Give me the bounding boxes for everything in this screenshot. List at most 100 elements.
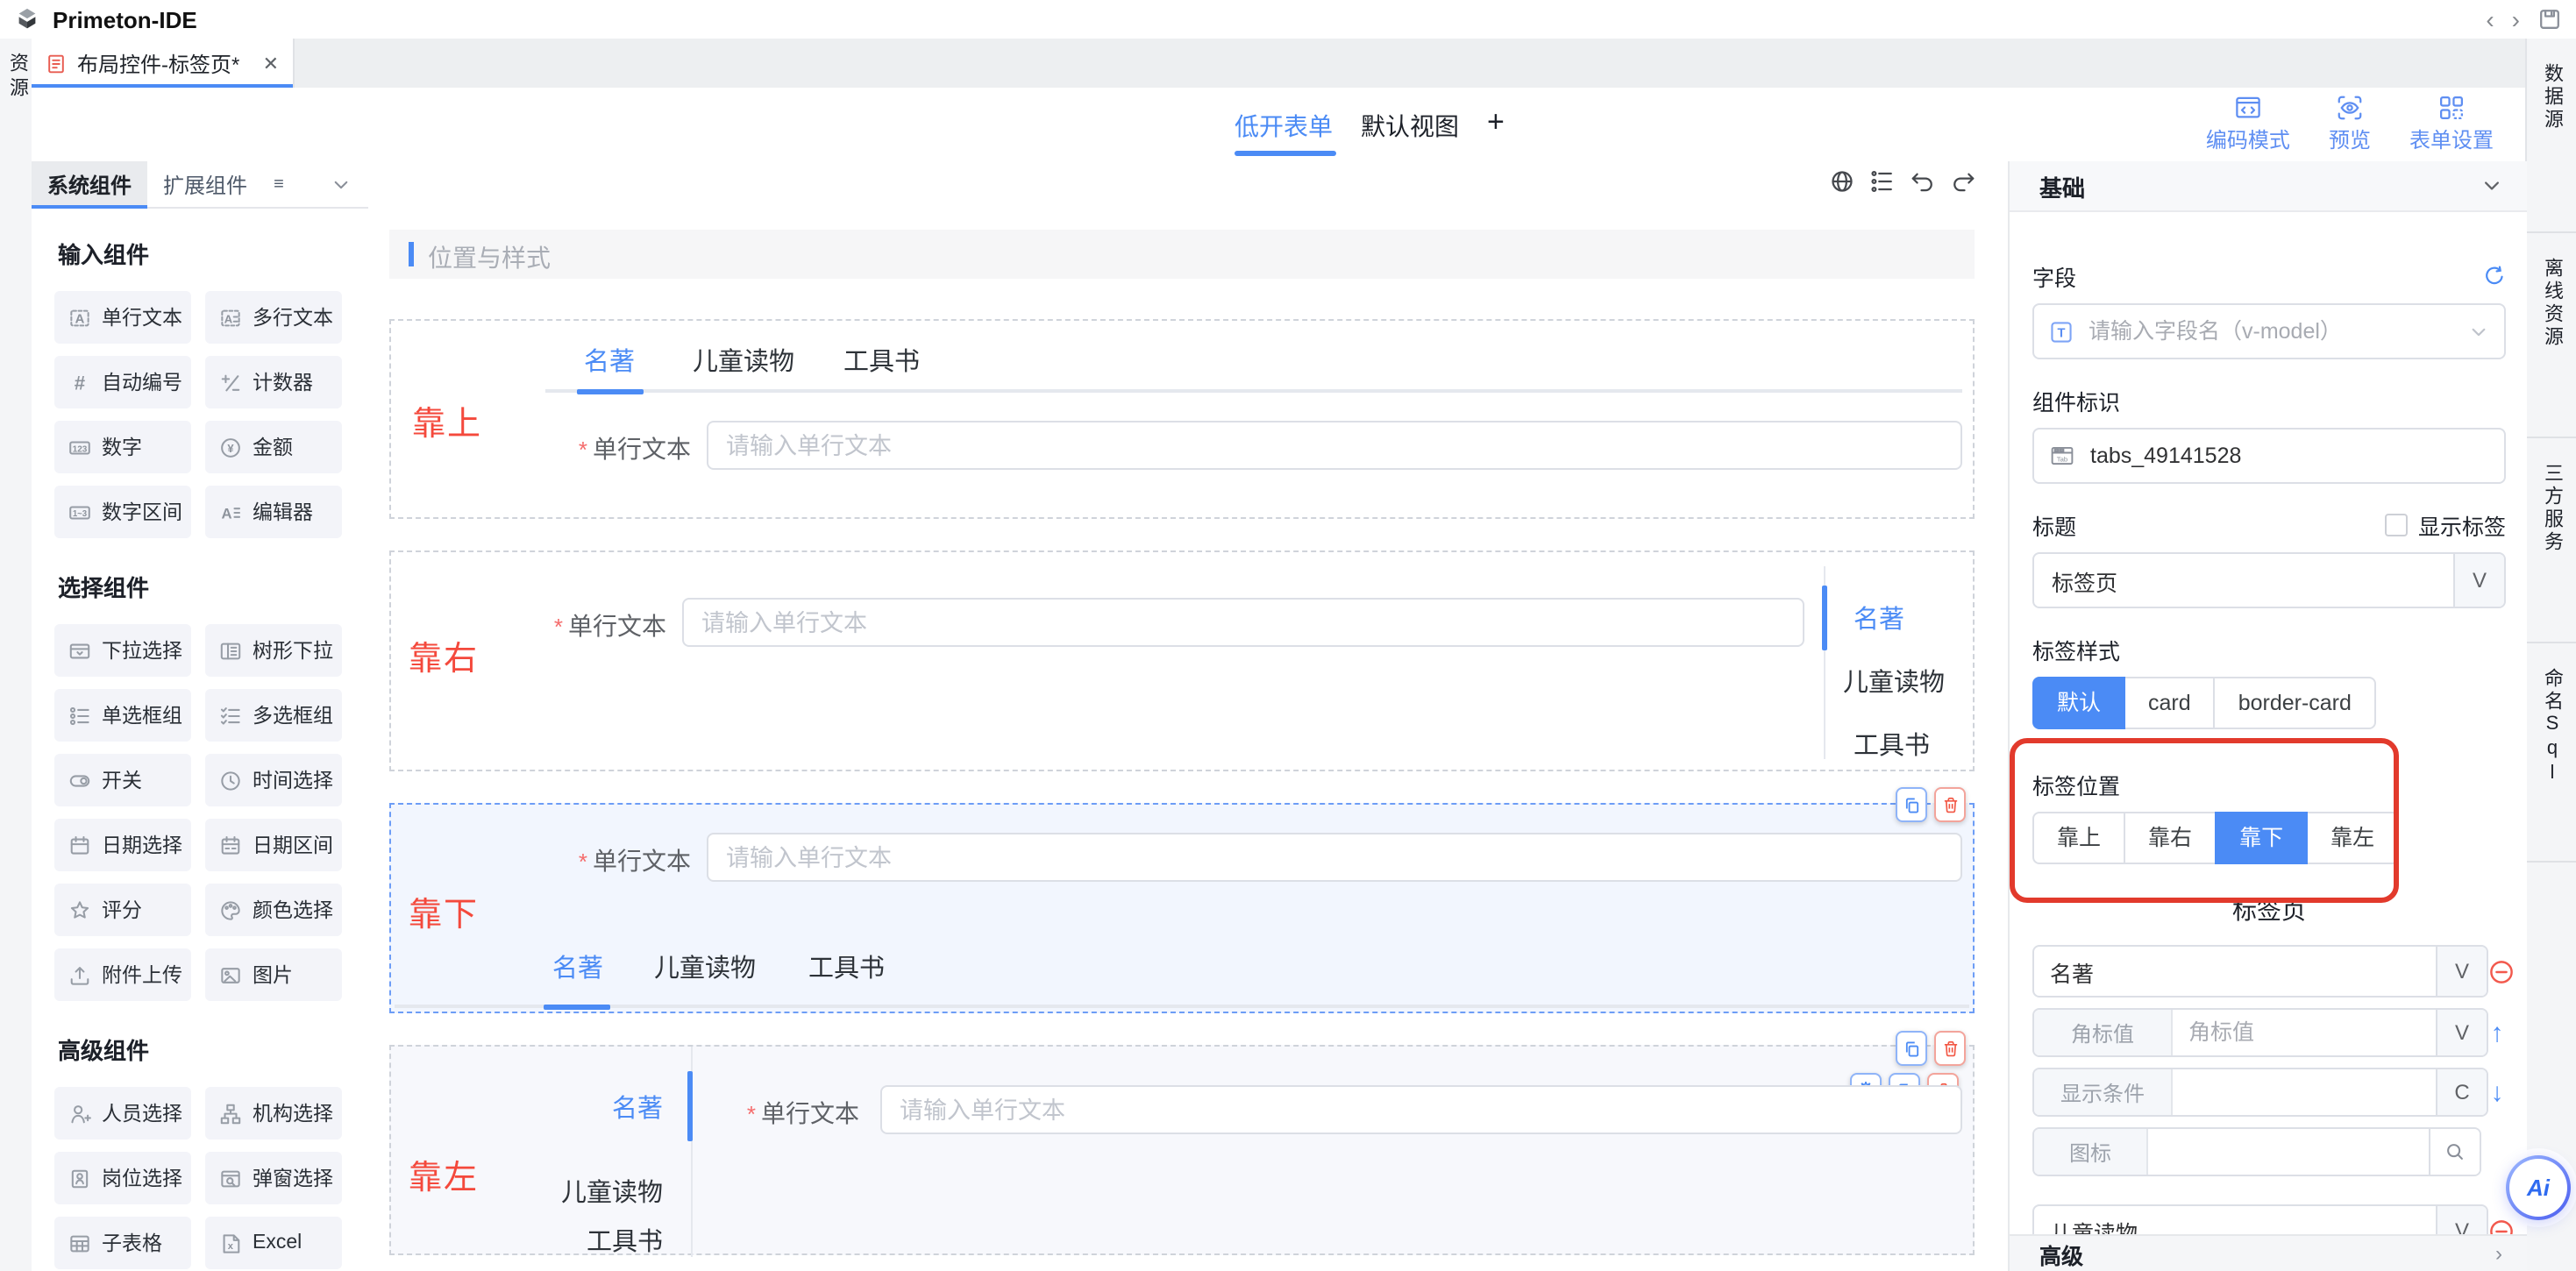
style-card-button[interactable]: card [2124, 677, 2216, 729]
demo-tabs-right[interactable]: 靠右 *单行文本 名著 儿童读物 工具书 [389, 550, 1975, 771]
component-item[interactable]: xExcel [205, 1217, 342, 1269]
component-item[interactable]: 颜色选择 [205, 884, 342, 936]
single-line-text-input[interactable] [707, 421, 1962, 470]
delete-button[interactable] [1934, 1031, 1966, 1066]
component-item[interactable]: 单选框组 [54, 689, 191, 742]
rail-resources[interactable]: 资源 [0, 53, 32, 102]
rail-data-source[interactable]: 数据源 [2527, 39, 2576, 233]
component-menu-icon[interactable]: ≡ [274, 174, 284, 194]
show-label-checkbox[interactable] [2385, 514, 2408, 536]
redo-icon[interactable] [1950, 168, 1976, 195]
title-input[interactable]: V [2032, 552, 2506, 608]
component-item[interactable]: 机构选择 [205, 1087, 342, 1140]
rail-named-sql[interactable]: 命名Sql [2527, 643, 2576, 863]
component-item[interactable]: A编辑器 [205, 486, 342, 538]
code-mode-button[interactable]: 编码模式 [2206, 93, 2290, 154]
remove-tab-icon[interactable] [2488, 958, 2515, 984]
v-suffix-button[interactable]: V [2436, 1010, 2487, 1055]
nav-back-icon[interactable]: ‹ [2486, 0, 2494, 39]
component-item[interactable]: 下拉选择 [54, 624, 191, 677]
position-top-button[interactable]: 靠上 [2032, 812, 2125, 864]
refresh-icon[interactable] [2483, 265, 2506, 288]
tab-lowcode-form[interactable]: 低开表单 [1235, 109, 1333, 144]
move-up-icon[interactable]: ↑ [2488, 1019, 2506, 1046]
tab-reference-books[interactable]: 工具书 [558, 1222, 663, 1259]
single-line-text-input[interactable] [707, 833, 1962, 882]
single-line-text-input[interactable] [682, 598, 1804, 647]
form-canvas[interactable]: 位置与样式 靠上 名著 儿童读物 工具书 *单行文本 靠右 *单行文本 名著 儿… [368, 161, 2008, 1271]
style-border-card-button[interactable]: border-card [2214, 677, 2376, 729]
delete-button[interactable] [1934, 787, 1966, 822]
tab-children-books[interactable]: 儿童读物 [654, 948, 756, 985]
search-icon-button[interactable] [2429, 1129, 2480, 1175]
ai-assistant-button[interactable]: Ai [2506, 1155, 2571, 1220]
component-item[interactable]: 人员选择 [54, 1087, 191, 1140]
component-item[interactable]: 时间选择 [205, 754, 342, 806]
position-bottom-button[interactable]: 靠下 [2215, 812, 2308, 864]
field-name-input[interactable]: T [2032, 303, 2506, 359]
component-item[interactable]: 弹窗选择 [205, 1152, 342, 1204]
globe-icon[interactable] [1829, 168, 1855, 195]
close-icon[interactable]: ✕ [263, 52, 279, 75]
component-item[interactable]: 子表格 [54, 1217, 191, 1269]
component-item[interactable]: 树形下拉 [205, 624, 342, 677]
component-item[interactable]: 图片 [205, 948, 342, 1001]
tab-default-view[interactable]: 默认视图 [1361, 109, 1459, 144]
tab-mingzhu[interactable]: 名著 [584, 342, 635, 379]
copy-button[interactable] [1896, 787, 1927, 822]
component-item[interactable]: 1~3数字区间 [54, 486, 191, 538]
single-line-text-input[interactable] [880, 1085, 1962, 1134]
copy-button[interactable] [1896, 1031, 1927, 1066]
component-item[interactable]: 日期区间 [205, 819, 342, 871]
rail-third-party-services[interactable]: 三方服务 [2527, 438, 2576, 643]
tab-reference-books[interactable]: 工具书 [1854, 726, 1930, 763]
condition-input[interactable] [2173, 1069, 2436, 1115]
tab-mingzhu[interactable]: 名著 [558, 1089, 663, 1125]
tab-children-books[interactable]: 儿童读物 [1843, 663, 1945, 699]
undo-icon[interactable] [1910, 168, 1936, 195]
component-item[interactable]: A单行文本 [54, 291, 191, 344]
component-id-input[interactable]: Tab [2032, 428, 2506, 484]
tab-extended-components[interactable]: 扩展组件 [147, 161, 263, 207]
save-icon[interactable] [2537, 7, 2562, 32]
component-item[interactable]: 日期选择 [54, 819, 191, 871]
add-view-button[interactable]: + [1487, 105, 1505, 140]
badge-value-input[interactable] [2173, 1010, 2436, 1055]
v-suffix-button[interactable]: V [2436, 947, 2487, 996]
code-suffix-button[interactable]: C [2436, 1069, 2487, 1115]
component-item[interactable]: 开关 [54, 754, 191, 806]
component-item[interactable]: 岗位选择 [54, 1152, 191, 1204]
tab-mingzhu[interactable]: 名著 [1854, 600, 1904, 636]
demo-tabs-bottom-selected[interactable]: *单行文本 靠下 名著 儿童读物 工具书 [389, 803, 1975, 1013]
preview-button[interactable]: 预览 [2329, 93, 2371, 154]
component-item[interactable]: 计数器 [205, 356, 342, 408]
position-left-button[interactable]: 靠左 [2306, 812, 2399, 864]
component-item[interactable]: A多行文本 [205, 291, 342, 344]
tab-reference-books[interactable]: 工具书 [843, 342, 920, 379]
demo-tabs-left[interactable]: ⚙ 名著 儿童读物 工具书 靠左 *单行文本 [389, 1045, 1975, 1255]
sidebar-collapse-icon[interactable] [331, 175, 351, 195]
tab-children-books[interactable]: 儿童读物 [693, 342, 794, 379]
component-item[interactable]: ¥金额 [205, 421, 342, 473]
rail-offline-resources[interactable]: 离线资源 [2527, 233, 2576, 438]
tab-children-books[interactable]: 儿童读物 [554, 1173, 663, 1210]
v-suffix-button[interactable]: V [2453, 554, 2504, 607]
nav-forward-icon[interactable]: › [2512, 0, 2520, 39]
file-tab-layout-tabs[interactable]: 布局控件-标签页* ✕ [32, 39, 295, 88]
icon-input[interactable] [2148, 1129, 2429, 1175]
outline-tree-icon[interactable] [1869, 168, 1896, 195]
tab-system-components[interactable]: 系统组件 [32, 161, 147, 207]
panel-section-basic[interactable]: 基础 [2010, 161, 2527, 212]
component-item[interactable]: #自动编号 [54, 356, 191, 408]
demo-tabs-top[interactable]: 靠上 名著 儿童读物 工具书 *单行文本 [389, 319, 1975, 519]
tab-mingzhu[interactable]: 名著 [552, 948, 603, 985]
component-item[interactable]: 123数字 [54, 421, 191, 473]
tab-reference-books[interactable]: 工具书 [808, 948, 885, 985]
component-item[interactable]: 附件上传 [54, 948, 191, 1001]
position-right-button[interactable]: 靠右 [2124, 812, 2217, 864]
tab-name-input[interactable]: V [2032, 945, 2488, 998]
component-item[interactable]: 多选框组 [205, 689, 342, 742]
move-down-icon[interactable]: ↓ [2488, 1079, 2506, 1105]
component-item[interactable]: 评分 [54, 884, 191, 936]
style-default-button[interactable]: 默认 [2032, 677, 2125, 729]
